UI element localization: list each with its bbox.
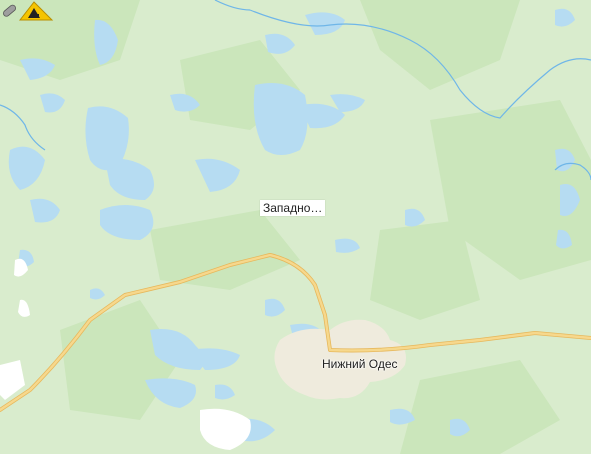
settlement-label[interactable]: Нижний Одес: [322, 357, 398, 371]
map-canvas: [0, 0, 591, 454]
quarry-excavator-icon[interactable]: [0, 0, 56, 22]
map-view[interactable]: Западно… Нижний Одес: [0, 0, 591, 454]
poi-label[interactable]: Западно…: [260, 200, 326, 216]
